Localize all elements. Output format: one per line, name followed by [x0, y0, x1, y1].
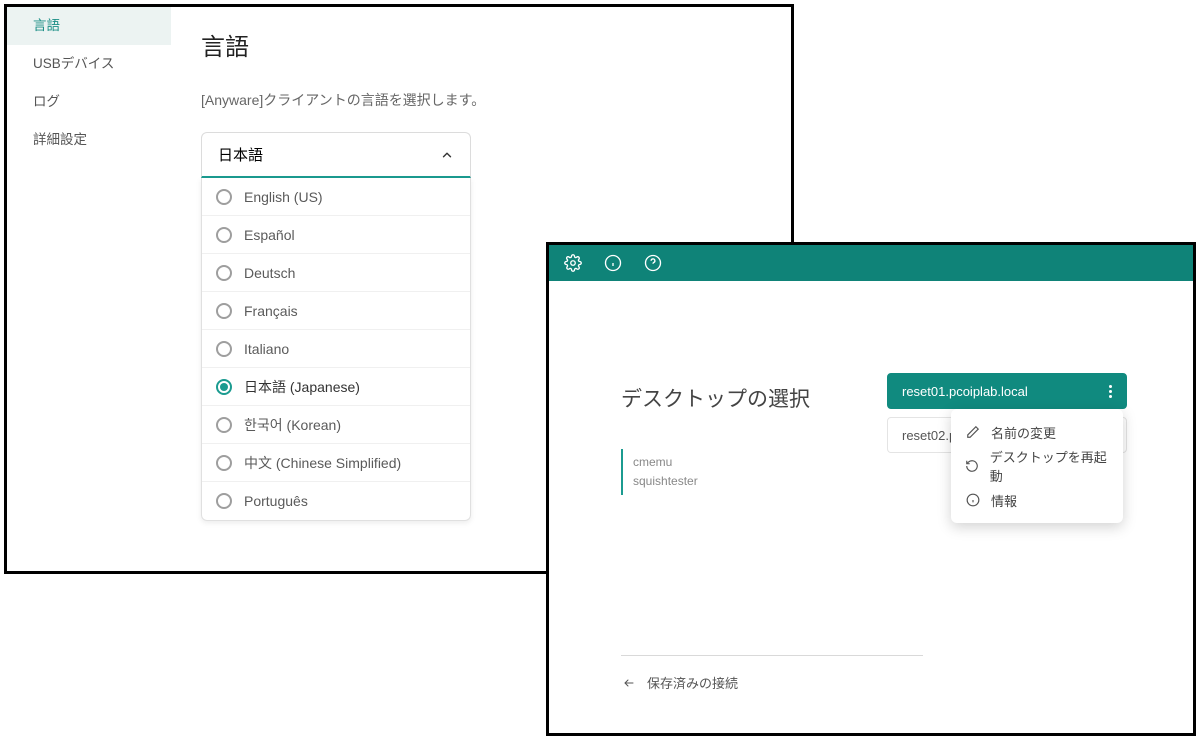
sidebar-item-language[interactable]: 言語: [7, 7, 171, 45]
info-icon: [965, 492, 981, 508]
back-link-label: 保存済みの接続: [647, 673, 738, 692]
ctx-label: 情報: [991, 491, 1017, 510]
sidebar-item-advanced[interactable]: 詳細設定: [7, 121, 171, 159]
ctx-rename[interactable]: 名前の変更: [951, 415, 1123, 449]
radio-icon: [216, 227, 232, 243]
language-option-label: 한국어 (Korean): [244, 415, 341, 435]
language-option-label: Deutsch: [244, 265, 295, 281]
desktop-context-menu: 名前の変更 デスクトップを再起動 情報: [951, 409, 1123, 523]
ctx-info[interactable]: 情報: [951, 483, 1123, 517]
pencil-icon: [965, 424, 981, 440]
desktop-body: デスクトップの選択 cmemu squishtester reset01.pco…: [549, 281, 1193, 733]
ctx-label: 名前の変更: [991, 423, 1056, 442]
language-option-label: Français: [244, 303, 298, 319]
meta-line: squishtester: [633, 472, 698, 491]
desktop-item[interactable]: reset01.pcoiplab.local: [887, 373, 1127, 409]
back-link[interactable]: 保存済みの接続: [621, 673, 738, 692]
connection-meta: cmemu squishtester: [621, 449, 698, 495]
language-option-label: Español: [244, 227, 295, 243]
language-select: 日本語 English (US) Español Deutsch Françai…: [201, 132, 471, 521]
radio-icon: [216, 265, 232, 281]
ctx-restart[interactable]: デスクトップを再起動: [951, 449, 1123, 483]
info-icon[interactable]: [603, 253, 623, 273]
language-option[interactable]: 日本語 (Japanese): [202, 368, 470, 406]
settings-sidebar: 言語 USBデバイス ログ 詳細設定: [7, 7, 171, 571]
language-select-button[interactable]: 日本語: [201, 132, 471, 178]
sidebar-item-label: ログ: [33, 94, 60, 109]
sidebar-item-label: 詳細設定: [33, 132, 87, 147]
sidebar-item-usb[interactable]: USBデバイス: [7, 45, 171, 83]
sidebar-item-logs[interactable]: ログ: [7, 83, 171, 121]
radio-icon: [216, 493, 232, 509]
gear-icon[interactable]: [563, 253, 583, 273]
sidebar-item-label: 言語: [33, 18, 60, 33]
page-subtitle: [Anyware]クライアントの言語を選択します。: [201, 90, 761, 110]
desktop-topbar: [549, 245, 1193, 281]
language-option[interactable]: Português: [202, 482, 470, 520]
restart-icon: [965, 458, 980, 474]
language-option[interactable]: Español: [202, 216, 470, 254]
language-options-list: English (US) Español Deutsch Français It…: [201, 178, 471, 521]
language-select-value: 日本語: [218, 144, 263, 165]
radio-icon: [216, 417, 232, 433]
radio-icon: [216, 303, 232, 319]
desktop-title: デスクトップの選択: [621, 383, 810, 413]
radio-icon: [216, 189, 232, 205]
more-icon[interactable]: [1105, 381, 1116, 402]
language-option[interactable]: English (US): [202, 178, 470, 216]
page-title: 言語: [201, 27, 761, 62]
desktop-selection-window: デスクトップの選択 cmemu squishtester reset01.pco…: [546, 242, 1196, 736]
sidebar-item-label: USBデバイス: [33, 56, 114, 71]
language-option[interactable]: Italiano: [202, 330, 470, 368]
ctx-label: デスクトップを再起動: [990, 447, 1109, 485]
radio-icon: [216, 379, 232, 395]
help-icon[interactable]: [643, 253, 663, 273]
language-option-label: English (US): [244, 189, 323, 205]
language-option[interactable]: Deutsch: [202, 254, 470, 292]
language-option[interactable]: 中文 (Chinese Simplified): [202, 444, 470, 482]
language-option-label: 中文 (Chinese Simplified): [244, 453, 401, 473]
language-option[interactable]: Français: [202, 292, 470, 330]
arrow-left-icon: [621, 677, 637, 689]
language-option[interactable]: 한국어 (Korean): [202, 406, 470, 444]
language-option-label: Português: [244, 493, 308, 509]
language-option-label: 日本語 (Japanese): [244, 377, 360, 397]
desktop-item-label: reset01.pcoiplab.local: [902, 384, 1028, 399]
radio-icon: [216, 341, 232, 357]
divider: [621, 655, 923, 656]
chevron-up-icon: [440, 148, 454, 162]
radio-icon: [216, 455, 232, 471]
language-option-label: Italiano: [244, 341, 289, 357]
meta-line: cmemu: [633, 453, 698, 472]
